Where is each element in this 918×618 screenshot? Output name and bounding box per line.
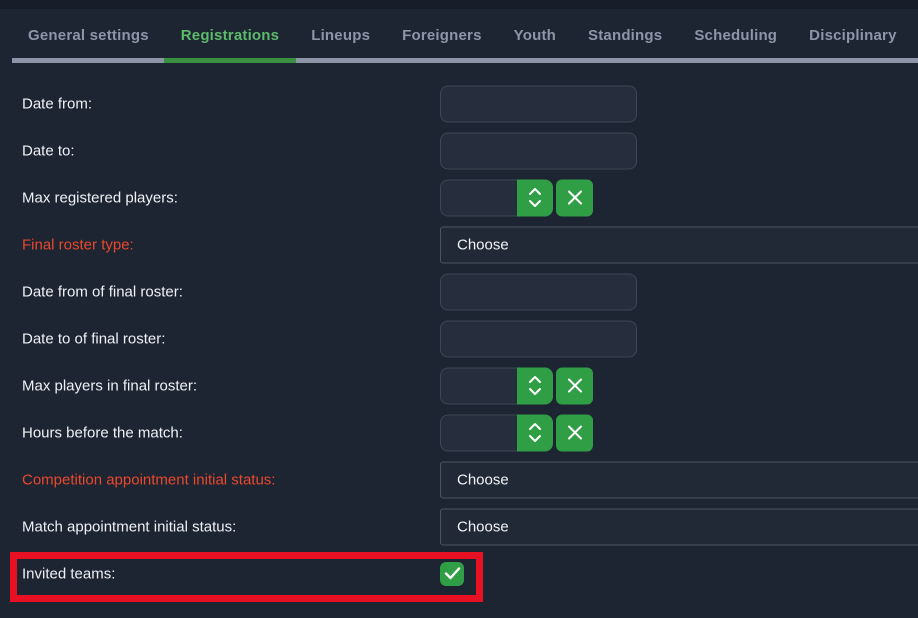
tab-foreigners[interactable]: Foreigners (402, 27, 482, 44)
form-row-date-to: Date to: (0, 127, 918, 174)
tab-standings[interactable]: Standings (588, 27, 662, 44)
tab-general-settings[interactable]: General settings (28, 27, 149, 44)
invited-teams-label: Invited teams: (22, 565, 115, 582)
final-roster-type-control: Choose (440, 226, 918, 263)
match-appointment-initial-status-control: Choose (440, 508, 918, 545)
max-players-in-final-roster-input[interactable] (440, 367, 517, 404)
chevron-up-icon[interactable] (528, 423, 542, 431)
competition-appointment-initial-status-control: Choose (440, 461, 918, 498)
match-appointment-initial-status-label: Match appointment initial status: (22, 518, 236, 535)
active-tab-underline (164, 58, 296, 63)
hours-before-the-match-stepper[interactable] (517, 414, 553, 451)
date-from-of-final-roster-label: Date from of final roster: (22, 283, 183, 300)
chevron-down-icon[interactable] (528, 200, 542, 208)
max-players-in-final-roster-clear-button[interactable] (556, 367, 593, 404)
date-to-label: Date to: (22, 142, 75, 159)
hours-before-the-match-control (440, 414, 593, 451)
chevron-up-icon[interactable] (528, 188, 542, 196)
tab-underline (12, 58, 918, 63)
tab-scheduling[interactable]: Scheduling (694, 27, 777, 44)
tab-registrations[interactable]: Registrations (181, 27, 279, 44)
chevron-down-icon[interactable] (528, 435, 542, 443)
form-row-max-registered-players: Max registered players: (0, 174, 918, 221)
max-registered-players-input[interactable] (440, 179, 517, 216)
max-registered-players-control (440, 179, 593, 216)
form-row-hours-before-the-match: Hours before the match: (0, 409, 918, 456)
hours-before-the-match-input[interactable] (440, 414, 517, 451)
final-roster-type-select-value: Choose (457, 236, 509, 253)
hours-before-the-match-label: Hours before the match: (22, 424, 183, 441)
invited-teams-checkbox[interactable] (440, 562, 464, 586)
chevron-up-icon[interactable] (528, 376, 542, 384)
close-icon (565, 376, 585, 396)
final-roster-type-select[interactable]: Choose (440, 226, 918, 263)
date-from-of-final-roster-control (440, 273, 637, 310)
check-icon (444, 567, 461, 580)
form-row-match-appointment-initial-status: Match appointment initial status: Choose (0, 503, 918, 550)
form-row-competition-appointment-initial-status: Competition appointment initial status: C… (0, 456, 918, 503)
close-icon (565, 423, 585, 443)
form-row-date-from-of-final-roster: Date from of final roster: (0, 268, 918, 315)
form-row-invited-teams: Invited teams: (0, 550, 918, 597)
competition-appointment-initial-status-label: Competition appointment initial status: (22, 471, 275, 488)
form-row-date-from: Date from: (0, 80, 918, 127)
tab-youth[interactable]: Youth (514, 27, 556, 44)
form-row-final-roster-type: Final roster type: Choose (0, 221, 918, 268)
date-from-label: Date from: (22, 95, 92, 112)
date-to-of-final-roster-control (440, 320, 637, 357)
match-appointment-initial-status-select-value: Choose (457, 518, 509, 535)
settings-form: Date from: Date to: Max registered players… (0, 80, 918, 597)
date-to-of-final-roster-input[interactable] (440, 320, 637, 357)
max-players-in-final-roster-label: Max players in final roster: (22, 377, 197, 394)
date-from-input[interactable] (440, 85, 637, 122)
max-players-in-final-roster-control (440, 367, 593, 404)
date-from-of-final-roster-input[interactable] (440, 273, 637, 310)
form-row-date-to-of-final-roster: Date to of final roster: (0, 315, 918, 362)
competition-appointment-initial-status-select[interactable]: Choose (440, 461, 918, 498)
tab-lineups[interactable]: Lineups (311, 27, 370, 44)
date-from-control (440, 85, 637, 122)
date-to-control (440, 132, 637, 169)
date-to-input[interactable] (440, 132, 637, 169)
date-to-of-final-roster-label: Date to of final roster: (22, 330, 165, 347)
hours-before-the-match-clear-button[interactable] (556, 414, 593, 451)
chevron-down-icon[interactable] (528, 388, 542, 396)
form-row-max-players-in-final-roster: Max players in final roster: (0, 362, 918, 409)
close-icon (565, 188, 585, 208)
invited-teams-control (440, 562, 464, 586)
max-registered-players-clear-button[interactable] (556, 179, 593, 216)
match-appointment-initial-status-select[interactable]: Choose (440, 508, 918, 545)
competition-appointment-initial-status-select-value: Choose (457, 471, 509, 488)
tab-bar: General settings Registrations Lineups Fore… (0, 0, 918, 63)
final-roster-type-label: Final roster type: (22, 236, 134, 253)
max-registered-players-stepper[interactable] (517, 179, 553, 216)
max-registered-players-label: Max registered players: (22, 189, 178, 206)
max-players-in-final-roster-stepper[interactable] (517, 367, 553, 404)
tab-disciplinary[interactable]: Disciplinary (809, 27, 896, 44)
